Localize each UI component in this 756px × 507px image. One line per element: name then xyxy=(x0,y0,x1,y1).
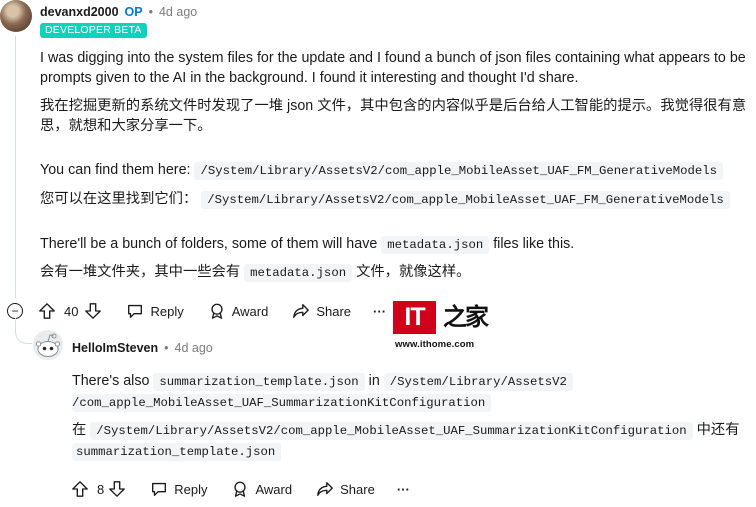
comment-path-line: You can find them here: /System/Library/… xyxy=(40,160,724,181)
more-button[interactable]: ··· xyxy=(397,482,410,497)
more-icon: ··· xyxy=(396,481,410,497)
share-label: Share xyxy=(316,303,352,319)
watermark-logo: IT xyxy=(393,301,436,334)
snoo-avatar-icon xyxy=(35,333,61,357)
downvote-button[interactable] xyxy=(108,480,126,498)
comment-body-en-line2: prompts given to the AI in the backgroun… xyxy=(40,70,579,86)
share-icon xyxy=(317,482,333,496)
upvote-button[interactable] xyxy=(38,302,56,320)
more-button[interactable]: ··· xyxy=(373,304,386,319)
reply-button[interactable]: Reply xyxy=(126,302,184,320)
comment-folders-line-cn: 会有一堆文件夹，其中一些会有 metadata.json 文件，就像这样。 xyxy=(40,262,470,283)
comment-body-cn-line1: 我在挖掘更新的系统文件时发现了一堆 json 文件，其中包含的内容似乎是后台给人… xyxy=(40,98,747,114)
reply-line2-code: /com_apple_MobileAsset_UAF_Summarization… xyxy=(72,394,492,412)
path-prefix-cn: 您可以在这里找到它们： xyxy=(40,191,198,207)
comment-actions: 40 Reply Award Share ··· xyxy=(38,302,386,320)
downvote-button[interactable] xyxy=(84,302,102,320)
reply-cn-code2: summarization_template.json xyxy=(72,443,282,461)
comment-body-en-line1: I was digging into the system files for … xyxy=(40,50,746,66)
comment-time[interactable]: 4d ago xyxy=(159,5,197,19)
upvote-icon xyxy=(39,303,55,319)
watermark-url: www.ithome.com xyxy=(395,339,475,350)
reply-body-line2: /com_apple_MobileAsset_UAF_Summarization… xyxy=(72,392,492,413)
collapse-icon[interactable]: − xyxy=(7,303,23,319)
meta-separator: • xyxy=(148,5,153,19)
award-label: Award xyxy=(231,303,269,319)
comment-author[interactable]: devanxd2000 xyxy=(40,5,119,19)
reply-body-cn-line1: 在 /System/Library/AssetsV2/com_apple_Mob… xyxy=(72,420,740,441)
vote-count: 8 xyxy=(97,481,105,497)
path-code: /System/Library/AssetsV2/com_apple_Mobil… xyxy=(194,162,724,180)
reply-line1-mid: in xyxy=(368,373,380,389)
folders-prefix: There'll be a bunch of folders, some of … xyxy=(40,236,378,252)
upvote-button[interactable] xyxy=(71,480,89,498)
reply-line1-code: summarization_template.json xyxy=(153,373,365,391)
share-button[interactable]: Share xyxy=(292,302,351,320)
folders-prefix-cn: 会有一堆文件夹，其中一些会有 xyxy=(40,264,241,280)
share-icon xyxy=(293,304,310,318)
reply-meta: HelloImSteven • 4d ago xyxy=(72,341,213,355)
reply-body-line1: There's also summarization_template.json… xyxy=(72,371,573,392)
folders-code: metadata.json xyxy=(381,236,490,254)
reply-body-cn-line2: summarization_template.json xyxy=(72,441,282,462)
op-tag: OP xyxy=(124,5,143,19)
reply-meta-separator: • xyxy=(164,341,169,355)
reply-label: Reply xyxy=(150,303,184,319)
reply-icon xyxy=(128,304,143,318)
path-prefix: You can find them here: xyxy=(40,162,191,178)
more-icon: ··· xyxy=(373,303,387,319)
comment-folders-line: There'll be a bunch of folders, some of … xyxy=(40,234,574,255)
reply-label: Reply xyxy=(174,481,208,497)
reply-line1-prefix: There's also xyxy=(72,373,150,389)
folders-code-cn: metadata.json xyxy=(244,264,353,282)
award-button[interactable]: Award xyxy=(208,302,269,320)
reply-icon xyxy=(152,482,167,496)
reply-cn-code: /System/Library/AssetsV2/com_apple_Mobil… xyxy=(90,422,693,440)
user-flair: DEVELOPER BETA xyxy=(40,23,147,38)
watermark-logo-char: 之家 xyxy=(443,304,489,331)
folders-suffix: files like this. xyxy=(493,236,575,252)
reply-branch-line xyxy=(15,318,32,344)
reply-author[interactable]: HelloImSteven xyxy=(72,341,158,355)
reply-avatar[interactable] xyxy=(33,330,63,360)
share-button[interactable]: Share xyxy=(316,480,375,498)
comment-path-line-cn: 您可以在这里找到它们： /System/Library/AssetsV2/com… xyxy=(40,189,730,210)
ithome-watermark: IT 之家 www.ithome.com xyxy=(393,301,489,353)
award-label: Award xyxy=(255,481,293,497)
reply-cn-prefix: 在 xyxy=(72,422,87,438)
reply-button[interactable]: Reply xyxy=(150,480,207,498)
downvote-icon xyxy=(85,303,102,319)
folders-suffix-cn: 文件，就像这样。 xyxy=(356,264,471,280)
comment-meta: devanxd2000 OP • 4d ago xyxy=(40,5,197,19)
share-label: Share xyxy=(340,481,375,497)
award-icon xyxy=(211,303,223,319)
downvote-icon xyxy=(109,481,126,497)
reply-actions: 8 Reply Award Share ··· xyxy=(71,480,410,498)
reply-cn-suffix: 中还有 xyxy=(696,422,740,438)
award-button[interactable]: Award xyxy=(231,480,292,498)
upvote-icon xyxy=(72,481,88,497)
reply-line1-code2: /System/Library/AssetsV2 xyxy=(383,373,573,391)
thread-line[interactable] xyxy=(15,36,16,298)
reply-time[interactable]: 4d ago xyxy=(175,341,213,355)
award-icon xyxy=(234,481,247,497)
path-code-cn: /System/Library/AssetsV2/com_apple_Mobil… xyxy=(201,191,730,209)
vote-count: 40 xyxy=(64,303,79,319)
comment-body-cn-line2: 思，就想和大家分享一下。 xyxy=(40,118,212,134)
avatar[interactable] xyxy=(0,0,32,32)
